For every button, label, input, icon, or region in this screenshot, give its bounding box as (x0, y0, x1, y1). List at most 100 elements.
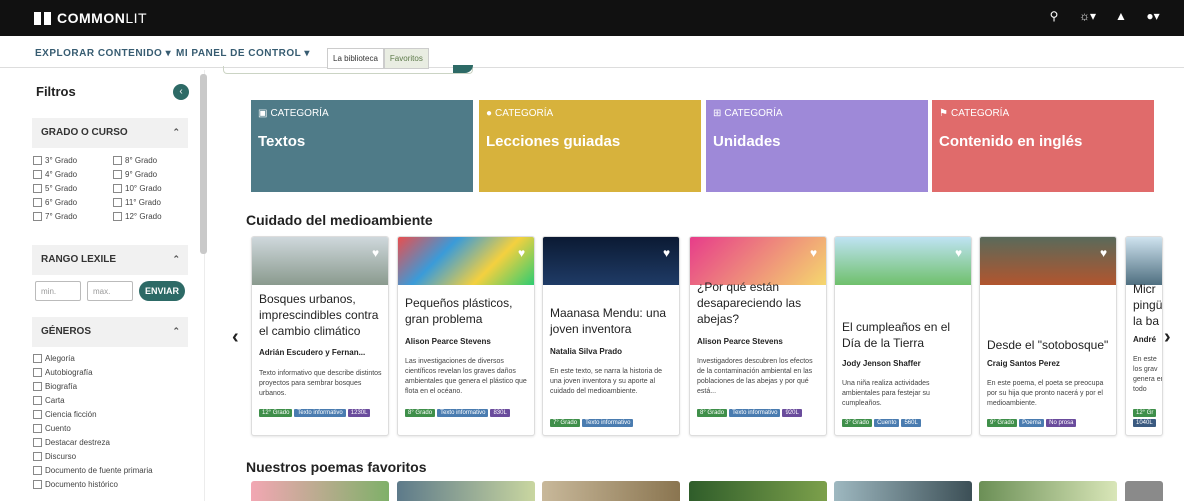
lexile-section-header[interactable]: RANGO LEXILE ⌃ (32, 245, 188, 275)
card-image (398, 237, 534, 285)
grade-checkbox[interactable]: 9° Grado (113, 168, 193, 180)
poem-card[interactable] (689, 481, 827, 501)
genre-tag: Texto informativo (437, 409, 489, 417)
lexile-max-input[interactable]: max. (87, 281, 133, 301)
favorite-heart-icon[interactable]: ♥ (952, 247, 965, 260)
genre-checkbox[interactable]: Biografía (33, 380, 153, 392)
lexile-min-input[interactable]: min. (35, 281, 81, 301)
genre-checkbox[interactable]: Ciencia ficción (33, 408, 153, 420)
genre-tag: Texto informativo (729, 409, 781, 417)
main-nav: EXPLORAR CONTENIDO ▾ MI PANEL DE CONTROL… (0, 36, 1184, 69)
grade-checkbox[interactable]: 3° Grado (33, 154, 113, 166)
text-card[interactable]: ♥ ¿Por qué están desapareciendo las abej… (689, 236, 827, 436)
chevron-up-icon: ⌃ (172, 127, 180, 137)
genre-checkbox[interactable]: Cuento (33, 422, 153, 434)
text-card[interactable]: ♥ Pequeños plásticos, gran problema Alis… (397, 236, 535, 436)
genre-checkbox[interactable]: Documento de fuente primaria (33, 464, 153, 476)
grade-checkbox[interactable]: 10° Grado (113, 182, 193, 194)
card-title: ¿Por qué están desapareciendo las abejas… (697, 280, 802, 327)
genre-checkbox[interactable]: Autobiografía (33, 366, 153, 378)
grade-tag: 8° Grado (405, 409, 436, 417)
category-tile-units[interactable]: ⊞ CATEGORÍA Unidades (706, 100, 928, 192)
poem-card[interactable] (834, 481, 972, 501)
genre-checkbox[interactable]: Destacar destreza (33, 436, 153, 448)
card-author: Jody Jenson Shaffer (842, 359, 921, 368)
favorite-heart-icon[interactable]: ♥ (807, 247, 820, 260)
card-tags: 7° Grado Texto informativo (550, 419, 676, 427)
search-bar[interactable] (223, 65, 473, 74)
category-tile-guided-lessons[interactable]: ● CATEGORÍA Lecciones guiadas (479, 100, 701, 192)
text-card[interactable]: ♥ Maanasa Mendu: una joven inventora Nat… (542, 236, 680, 436)
genre-checkbox-list: Alegoría Autobiografía Biografía Carta C… (33, 352, 153, 490)
grade-checkbox-grid: 3° Grado 8° Grado 4° Grado 9° Grado 5° G… (33, 154, 193, 222)
grid-icon: ⊞ (713, 108, 722, 119)
card-title: Micr pingü la ba (1133, 282, 1163, 329)
card-image (835, 237, 971, 285)
grade-section-header[interactable]: GRADO O CURSO ⌃ (32, 118, 188, 148)
collapse-sidebar-button[interactable]: ‹ (173, 84, 189, 100)
sidebar-scrollbar[interactable] (200, 74, 207, 254)
genre-checkbox[interactable]: Documento histórico (33, 478, 153, 490)
card-description: En este texto, se narra la historia de u… (550, 368, 663, 396)
text-card-partial[interactable]: Micr pingü la ba André En este los grav … (1125, 236, 1163, 436)
card-author: Natalia Silva Prado (550, 347, 623, 356)
category-label: CATEGORÍA (724, 108, 783, 119)
card-image (690, 237, 826, 285)
grade-tag: 3° Grado (842, 419, 873, 427)
category-tile-english-content[interactable]: ⚑ CATEGORÍA Contenido en inglés (932, 100, 1154, 192)
folder-icon: ▣ (258, 108, 268, 119)
user-icon[interactable]: ●▾ (1146, 9, 1160, 23)
grade-checkbox[interactable]: 5° Grado (33, 182, 113, 194)
favorite-heart-icon[interactable]: ♥ (369, 247, 382, 260)
genres-section-header[interactable]: GÉNEROS ⌃ (32, 317, 188, 347)
poem-card[interactable] (979, 481, 1117, 501)
category-tile-texts[interactable]: ▣ CATEGORÍA Textos (251, 100, 473, 192)
poem-card[interactable] (251, 481, 389, 501)
lexile-tag: 1040L (1133, 419, 1156, 427)
commonlit-logo[interactable]: COMMONLIT (34, 10, 147, 26)
genre-checkbox[interactable]: Alegoría (33, 352, 153, 364)
genre-checkbox[interactable]: Discurso (33, 450, 153, 462)
card-author: André (1133, 335, 1157, 344)
lexile-submit-button[interactable]: ENVIAR (139, 281, 185, 301)
text-card[interactable]: ♥ Desde el "sotobosque" Craig Santos Per… (979, 236, 1117, 436)
grade-checkbox[interactable]: 8° Grado (113, 154, 193, 166)
card-tags: 8° Grado Texto informativo 920L (697, 409, 823, 417)
card-title: Maanasa Mendu: una joven inventora (550, 306, 667, 337)
poem-card[interactable] (397, 481, 535, 501)
genres-section-label: GÉNEROS (41, 326, 92, 337)
category-label: CATEGORÍA (950, 108, 1010, 119)
lexile-range-row: min. max. ENVIAR (35, 281, 185, 301)
text-card[interactable]: ♥ Bosques urbanos, imprescindibles contr… (251, 236, 389, 436)
text-card[interactable]: ♥ El cumpleaños en el Día de la Tierra J… (834, 236, 972, 436)
grade-section-label: GRADO O CURSO (41, 127, 128, 138)
genre-tag: Poema (1019, 419, 1045, 427)
chevron-up-icon: ⌃ (172, 326, 180, 336)
dashboard-menu[interactable]: MI PANEL DE CONTROL ▾ (176, 48, 310, 59)
grade-checkbox[interactable]: 4° Grado (33, 168, 113, 180)
card-description: Investigadores descubren los efectos de … (697, 358, 813, 396)
favorite-heart-icon[interactable]: ♥ (1097, 247, 1110, 260)
carousel-prev-arrow[interactable]: ‹ (232, 326, 239, 349)
category-label: CATEGORÍA (270, 108, 329, 119)
genre-checkbox[interactable]: Carta (33, 394, 153, 406)
favorite-heart-icon[interactable]: ♥ (515, 247, 528, 260)
filters-sidebar: Filtros ‹ GRADO O CURSO ⌃ 3° Grado 8° Gr… (25, 70, 205, 501)
card-image (1126, 237, 1162, 285)
search-icon[interactable]: ⚲ (1047, 9, 1061, 23)
poem-card[interactable] (542, 481, 680, 501)
grade-checkbox[interactable]: 6° Grado (33, 196, 113, 208)
poem-card[interactable] (1125, 481, 1163, 501)
grade-checkbox[interactable]: 7° Grado (33, 210, 113, 222)
globe-icon[interactable]: ☼▾ (1079, 9, 1096, 23)
favorite-heart-icon[interactable]: ♥ (660, 247, 673, 260)
lexile-tag: 560L (901, 419, 921, 427)
explore-content-menu[interactable]: EXPLORAR CONTENIDO ▾ (35, 48, 171, 59)
carousel-next-arrow[interactable]: › (1164, 326, 1171, 349)
bell-icon[interactable]: ▲ (1114, 9, 1128, 23)
grade-checkbox[interactable]: 12° Grado (113, 210, 193, 222)
grade-checkbox[interactable]: 11° Grado (113, 196, 193, 208)
card-description: En este los grav genera en todo (1133, 356, 1163, 394)
card-author: Alison Pearce Stevens (405, 337, 491, 346)
genre-tag: Texto informativo (582, 419, 634, 427)
